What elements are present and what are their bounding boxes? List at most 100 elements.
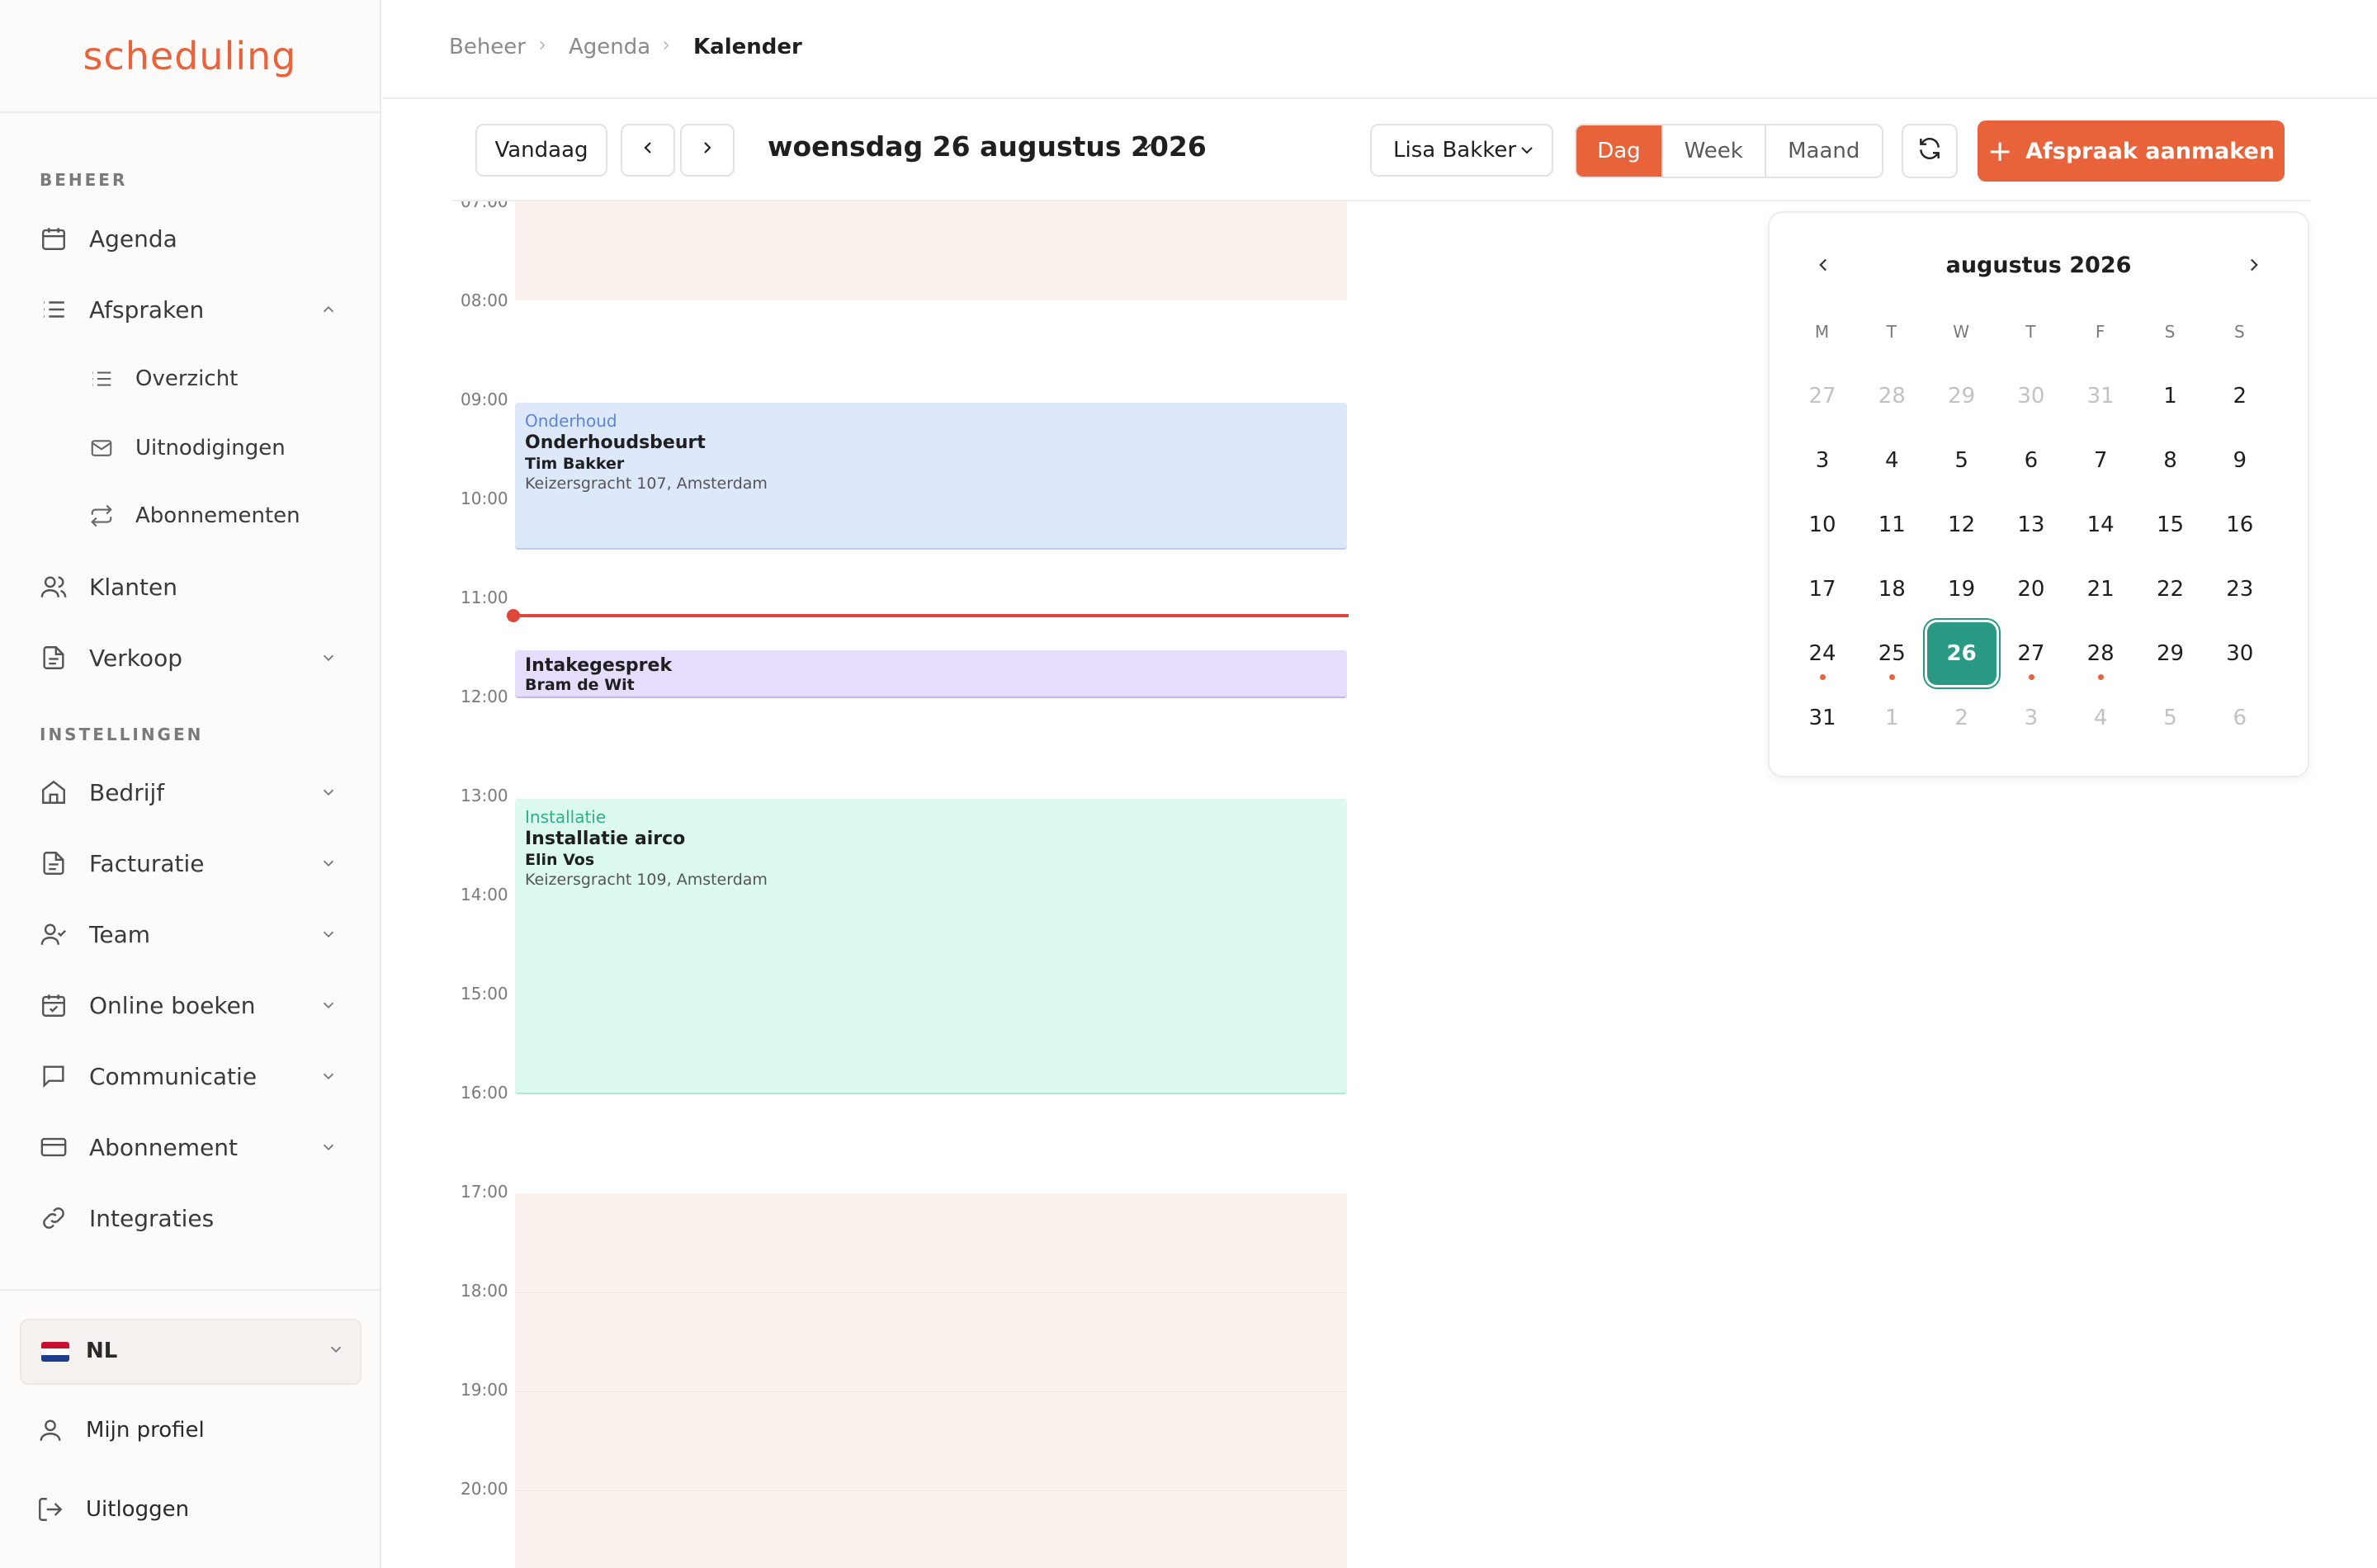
sidebar-item-klanten[interactable]: Klanten	[0, 558, 380, 616]
sidebar-item-verkoop[interactable]: Verkoop	[0, 629, 380, 687]
sidebar-item-uitnodigingen[interactable]: Uitnodigingen	[0, 419, 380, 477]
refresh-button[interactable]	[1902, 124, 1958, 178]
mini-calendar-day[interactable]: 4	[2066, 687, 2135, 749]
mini-calendar-day[interactable]: 8	[2136, 429, 2205, 492]
mini-calendar-day[interactable]: 9	[2205, 429, 2275, 492]
mini-calendar-day[interactable]: 3	[1788, 429, 1857, 492]
mini-calendar-day[interactable]: 7	[2066, 429, 2135, 492]
mini-calendar-day[interactable]: 17	[1788, 558, 1857, 621]
user-check-icon	[38, 919, 69, 950]
chevron-right-icon	[697, 138, 717, 163]
create-appointment-button[interactable]: + Afspraak aanmaken	[1978, 120, 2285, 182]
view-tab-dag[interactable]: Dag	[1576, 125, 1663, 177]
mini-calendar-day[interactable]: 29	[1927, 365, 1997, 427]
mini-calendar-day[interactable]: 23	[2205, 558, 2275, 621]
mini-calendar-day[interactable]: 10	[1788, 494, 1857, 556]
mini-calendar-day-selected[interactable]: 26	[1926, 622, 1997, 685]
sidebar-item-label: Online boeken	[89, 991, 256, 1019]
breadcrumb-item-beheer[interactable]: Beheer	[449, 35, 526, 59]
view-tab-week[interactable]: Week	[1663, 125, 1766, 177]
mini-calendar-day[interactable]: 27	[1788, 365, 1857, 427]
mini-calendar-day[interactable]: 28	[2066, 622, 2135, 685]
logo[interactable]: scheduling	[0, 0, 380, 113]
sidebar-item-online-boeken[interactable]: Online boeken	[0, 976, 380, 1034]
logout-link[interactable]: Uitloggen	[0, 1485, 380, 1535]
appointment-installatie-airco[interactable]: Installatie Installatie airco Elin Vos K…	[515, 799, 1347, 1094]
language-select[interactable]: NL	[20, 1319, 362, 1385]
mini-calendar-day-number: 2	[2233, 384, 2247, 409]
mini-calendar-day-number: 26	[1946, 641, 1977, 666]
sidebar-item-abonnement[interactable]: Abonnement	[0, 1118, 380, 1176]
sidebar-item-abonnementen[interactable]: Abonnementen	[0, 487, 380, 545]
sidebar-item-facturatie[interactable]: Facturatie	[0, 834, 380, 892]
mini-calendar-day[interactable]: 5	[2136, 687, 2205, 749]
mini-calendar-day[interactable]: 27	[1997, 622, 2066, 685]
appointment-indicator-dot	[1820, 674, 1826, 680]
mini-calendar-day[interactable]: 30	[1997, 365, 2066, 427]
breadcrumb-item-agenda[interactable]: Agenda	[569, 35, 650, 59]
mini-calendar-day[interactable]: 21	[2066, 558, 2135, 621]
mini-calendar-day[interactable]: 6	[2205, 687, 2275, 749]
view-tab-maand[interactable]: Maand	[1766, 125, 1882, 177]
staff-select[interactable]: Lisa Bakker	[1370, 124, 1553, 177]
mini-calendar-day[interactable]: 4	[1857, 429, 1926, 492]
mini-calendar-day[interactable]: 29	[2136, 622, 2205, 685]
mini-calendar-day[interactable]: 16	[2205, 494, 2275, 556]
breadcrumb-item-kalender: Kalender	[693, 35, 802, 59]
weekday-label: T	[2025, 322, 2037, 342]
sidebar-item-label: Abonnementen	[135, 503, 300, 528]
mini-calendar-day[interactable]: 25	[1857, 622, 1926, 685]
mini-calendar-day[interactable]: 22	[2136, 558, 2205, 621]
mini-calendar-day[interactable]: 13	[1997, 494, 2066, 556]
appointment-intakegesprek[interactable]: Intakegesprek Bram de Wit	[515, 650, 1347, 698]
chevron-down-icon[interactable]	[1136, 137, 1157, 158]
mini-calendar-day[interactable]: 2	[1927, 687, 1997, 749]
chevron-down-icon	[1517, 140, 1537, 166]
mini-calendar-day[interactable]: 15	[2136, 494, 2205, 556]
profile-link[interactable]: Mijn profiel	[0, 1406, 380, 1456]
sidebar-item-bedrijf[interactable]: Bedrijf	[0, 763, 380, 821]
next-month-button[interactable]	[2243, 254, 2268, 279]
sidebar-item-integraties[interactable]: Integraties	[0, 1189, 380, 1247]
chevron-down-icon	[317, 923, 340, 946]
next-day-button[interactable]	[680, 124, 735, 177]
mini-calendar-day-number: 23	[2226, 577, 2254, 602]
sidebar-item-agenda[interactable]: Agenda	[0, 210, 380, 267]
sidebar-item-afspraken[interactable]: Afspraken	[0, 281, 380, 338]
mini-calendar-day[interactable]: 3	[1997, 687, 2066, 749]
mini-calendar-day[interactable]: 1	[2136, 365, 2205, 427]
mini-calendar-day-number: 28	[2086, 641, 2115, 666]
sidebar-item-label: Bedrijf	[89, 778, 165, 806]
mini-calendar-day[interactable]: 24	[1788, 622, 1857, 685]
mini-calendar-day[interactable]: 30	[2205, 622, 2275, 685]
mini-calendar-day[interactable]: 20	[1997, 558, 2066, 621]
logout-label: Uitloggen	[86, 1497, 190, 1522]
mini-calendar-day[interactable]: 2	[2205, 365, 2275, 427]
sidebar-item-communicatie[interactable]: Communicatie	[0, 1047, 380, 1105]
sidebar-item-label: Communicatie	[89, 1062, 258, 1090]
mini-calendar-day-number: 17	[1808, 577, 1836, 602]
prev-day-button[interactable]	[621, 124, 675, 177]
mini-calendar-day[interactable]: 31	[2066, 365, 2135, 427]
mini-calendar-day[interactable]: 19	[1927, 558, 1997, 621]
today-button[interactable]: Vandaag	[475, 124, 607, 177]
mini-calendar-day[interactable]: 31	[1788, 687, 1857, 749]
mini-calendar-day[interactable]: 28	[1857, 365, 1926, 427]
time-label: 14:00	[461, 885, 508, 904]
sidebar-item-overzicht[interactable]: Overzicht	[0, 350, 380, 408]
day-calendar-grid[interactable]: 07:00 08:00 09:00 10:00 11:00 12:00 13:0…	[452, 201, 1723, 1568]
appointment-onderhoudsbeurt[interactable]: Onderhoud Onderhoudsbeurt Tim Bakker Kei…	[515, 403, 1347, 550]
mini-calendar-day-number: 30	[2017, 384, 2045, 409]
mini-calendar-day[interactable]: 11	[1857, 494, 1926, 556]
mini-calendar-day-number: 8	[2163, 448, 2177, 473]
mini-calendar-day-number: 7	[2093, 448, 2108, 473]
mini-calendar-day[interactable]: 6	[1997, 429, 2066, 492]
mini-calendar-day[interactable]: 1	[1857, 687, 1926, 749]
chevron-up-icon	[317, 298, 340, 321]
mini-calendar-day[interactable]: 18	[1857, 558, 1926, 621]
mini-calendar-day[interactable]: 5	[1927, 429, 1997, 492]
mini-calendar-day[interactable]: 14	[2066, 494, 2135, 556]
mini-calendar-day[interactable]: 12	[1927, 494, 1997, 556]
list-icon	[38, 294, 69, 325]
sidebar-item-team[interactable]: Team	[0, 905, 380, 963]
